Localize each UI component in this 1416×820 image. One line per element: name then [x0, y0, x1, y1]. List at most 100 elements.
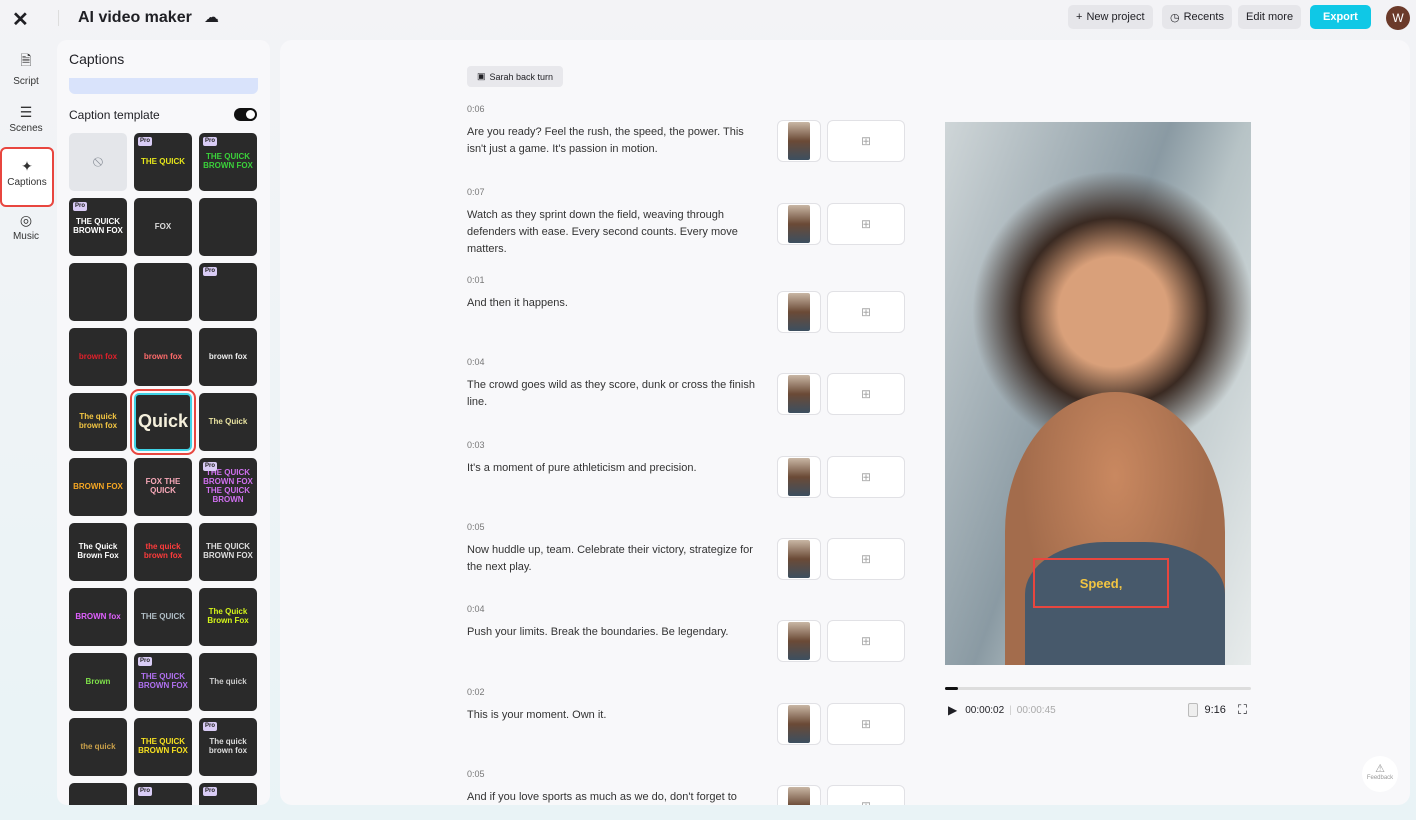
total-time: 00:00:45 — [1017, 705, 1056, 716]
add-media-button[interactable]: ⊞ — [827, 703, 905, 745]
caption-template-tile[interactable]: The Quick Brown Fox — [199, 588, 257, 646]
caption-template-tile[interactable]: ProThe quick brown fox — [199, 718, 257, 776]
add-media-button[interactable]: ⊞ — [827, 291, 905, 333]
scene-thumbnail[interactable] — [777, 538, 821, 580]
play-icon[interactable]: ▶ — [948, 703, 957, 717]
add-media-button[interactable]: ⊞ — [827, 203, 905, 245]
tile-sample-text: THE QUICK BROWN FOX — [69, 218, 127, 236]
cloud-sync-icon[interactable]: ☁ — [204, 8, 219, 26]
scene-text[interactable]: Are you ready? Feel the rush, the speed,… — [467, 124, 762, 158]
caption-template-tile[interactable]: BROWN FOX — [69, 458, 127, 516]
caption-template-tile[interactable]: brown fox — [134, 328, 192, 386]
scene-text[interactable]: And then it happens. — [467, 295, 762, 312]
user-avatar[interactable]: W — [1386, 6, 1410, 30]
caption-template-tile[interactable] — [134, 263, 192, 321]
scene-text[interactable]: Now huddle up, team. Celebrate their vic… — [467, 542, 762, 576]
caption-template-tile[interactable] — [199, 198, 257, 256]
playback-progress[interactable] — [945, 687, 1251, 690]
clock-icon: ◷ — [1170, 11, 1180, 24]
scene-thumbnail[interactable] — [777, 620, 821, 662]
caption-template-tile[interactable]: the quick brown fox — [134, 523, 192, 581]
scene-thumbnail[interactable] — [777, 703, 821, 745]
scene-text[interactable]: Watch as they sprint down the field, wea… — [467, 207, 762, 258]
aspect-ratio-value[interactable]: 9:16 — [1204, 704, 1225, 716]
caption-template-tile[interactable]: FOX THE QUICK — [134, 458, 192, 516]
tile-sample-text: ⦸ — [93, 153, 103, 171]
tile-sample-text: THE QUICK — [141, 613, 185, 622]
caption-template-tile[interactable]: The quick — [199, 653, 257, 711]
caption-overlay[interactable]: Speed, — [1033, 558, 1169, 608]
caption-template-tile[interactable]: The Quick — [199, 393, 257, 451]
caption-template-tile[interactable]: THE QUICK — [134, 588, 192, 646]
caption-template-tile[interactable]: Brown — [69, 653, 127, 711]
caption-banner[interactable] — [69, 78, 258, 94]
scene-text[interactable]: Push your limits. Break the boundaries. … — [467, 624, 762, 641]
scene-thumbnail[interactable] — [777, 785, 821, 805]
add-media-button[interactable]: ⊞ — [827, 373, 905, 415]
aspect-ratio-icon[interactable] — [1188, 703, 1198, 717]
caption-template-tile[interactable]: brown fox — [69, 328, 127, 386]
tile-sample-text: the quick brown fox — [134, 543, 192, 561]
caption-template-tile[interactable]: The Quick Brown Fox — [69, 523, 127, 581]
scene-text[interactable]: And if you love sports as much as we do,… — [467, 789, 762, 805]
caption-template-tile[interactable]: ProTHE QUICK BROWN FOX — [134, 653, 192, 711]
scene-text[interactable]: The crowd goes wild as they score, dunk … — [467, 377, 762, 411]
speaker-icon: ▣ — [477, 71, 486, 82]
add-media-button[interactable]: ⊞ — [827, 785, 905, 805]
caption-template-tile[interactable]: FOX — [134, 198, 192, 256]
scene-item: 0:03 It's a moment of pure athleticism a… — [467, 440, 907, 477]
caption-template-tile[interactable]: ProTHE QUICK — [134, 783, 192, 805]
caption-template-tile[interactable]: ⦸ — [69, 133, 127, 191]
scene-text[interactable]: This is your moment. Own it. — [467, 707, 762, 724]
tile-sample-text: BROWN FOX — [73, 483, 123, 492]
nav-captions[interactable]: ✦Captions — [0, 147, 54, 207]
new-project-button[interactable]: +New project — [1068, 5, 1153, 29]
scene-thumbnail[interactable] — [777, 120, 821, 162]
caption-template-tile[interactable]: BROWN fox — [69, 588, 127, 646]
caption-template-tile[interactable]: ProTHE QUICK — [134, 133, 192, 191]
add-media-icon: ⊞ — [861, 552, 871, 566]
recents-button[interactable]: ◷Recents — [1162, 5, 1232, 29]
add-media-button[interactable]: ⊞ — [827, 620, 905, 662]
nav-scenes[interactable]: ☰Scenes — [0, 104, 52, 134]
caption-template-tile[interactable]: ProTHE QUICK BROWN FOX THE QUICK BROWN — [199, 458, 257, 516]
feedback-button[interactable]: ⚠Feedback — [1362, 756, 1398, 792]
capcut-logo-icon[interactable]: ✕ — [12, 7, 29, 32]
add-media-button[interactable]: ⊞ — [827, 120, 905, 162]
caption-template-tile[interactable]: ProTHE QUICK BROWN FOX — [69, 198, 127, 256]
video-preview[interactable]: Speed, — [945, 122, 1251, 665]
caption-template-tile[interactable] — [69, 263, 127, 321]
speaker-button[interactable]: ▣Sarah back turn — [467, 66, 563, 87]
caption-template-tile[interactable]: the quick — [69, 718, 127, 776]
tile-sample-text: Brown — [86, 678, 111, 687]
edit-more-label: Edit more — [1246, 11, 1293, 23]
caption-template-tile[interactable]: THE QUICK BROWN FOX — [134, 718, 192, 776]
top-bar: ✕ AI video maker ☁ +New project ◷Recents… — [0, 0, 1416, 36]
add-media-button[interactable]: ⊞ — [827, 538, 905, 580]
add-media-button[interactable]: ⊞ — [827, 456, 905, 498]
caption-template-tile[interactable]: Quick — [134, 393, 192, 451]
fullscreen-icon[interactable]: ⛶ — [1238, 702, 1247, 718]
scene-thumbnail[interactable] — [777, 291, 821, 333]
pro-badge: Pro — [138, 657, 152, 666]
add-media-icon: ⊞ — [861, 134, 871, 148]
scene-thumbnail[interactable] — [777, 203, 821, 245]
tile-sample-text: The Quick Brown Fox — [69, 543, 127, 561]
scene-text[interactable]: It's a moment of pure athleticism and pr… — [467, 460, 762, 477]
nav-music[interactable]: ◎Music — [0, 212, 52, 242]
caption-template-tile[interactable]: THE QUICK BROWN FOX — [199, 523, 257, 581]
caption-template-tile[interactable]: The quick brown fox — [69, 393, 127, 451]
edit-more-button[interactable]: Edit more — [1238, 5, 1301, 29]
nav-script[interactable]: 🗎Script — [0, 50, 52, 87]
caption-template-tile[interactable]: Pro — [199, 263, 257, 321]
caption-template-toggle[interactable] — [234, 108, 257, 121]
caption-template-tile[interactable] — [69, 783, 127, 805]
caption-template-tile[interactable]: ProTHE QUICK BROWN FOX — [199, 133, 257, 191]
scene-thumbnail[interactable] — [777, 456, 821, 498]
scene-duration: 0:04 — [467, 357, 907, 367]
caption-template-tile[interactable]: brown fox — [199, 328, 257, 386]
tile-sample-text: FOX THE QUICK — [134, 478, 192, 496]
scene-thumbnail[interactable] — [777, 373, 821, 415]
caption-template-tile[interactable]: Pro — [199, 783, 257, 805]
export-button[interactable]: Export — [1310, 5, 1371, 29]
